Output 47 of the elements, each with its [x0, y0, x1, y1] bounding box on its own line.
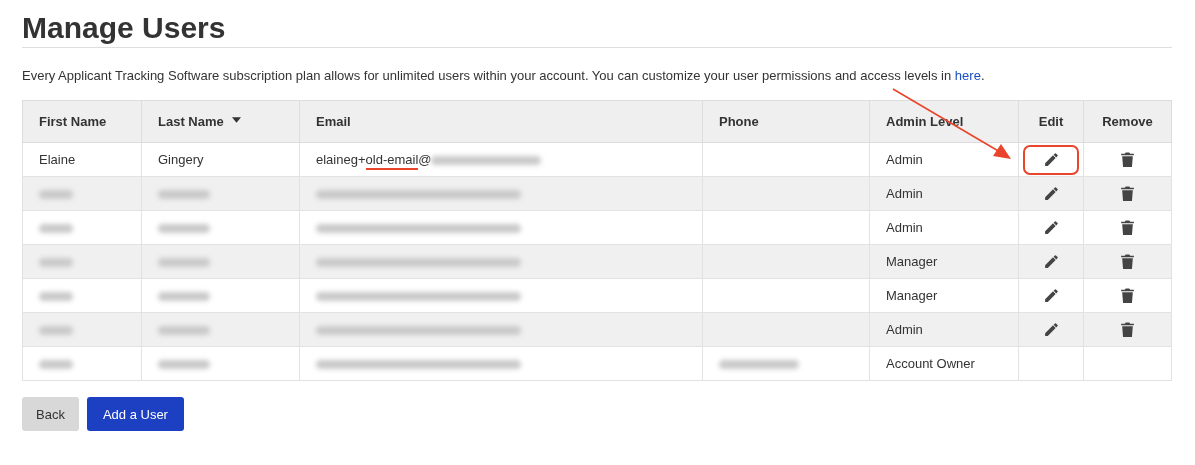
edit-button[interactable] — [1023, 144, 1079, 175]
column-header: Email — [299, 100, 703, 143]
redacted-text — [158, 258, 210, 268]
column-header: First Name — [22, 100, 142, 143]
trash-icon — [1119, 253, 1136, 270]
table-cell: Gingery — [158, 152, 204, 167]
table-cell: Admin — [886, 322, 923, 337]
column-header[interactable]: Last Name — [141, 100, 300, 143]
pencil-icon — [1042, 287, 1060, 304]
redacted-text — [39, 190, 73, 200]
table-cell: elaineg+old-email@ — [316, 152, 432, 170]
pencil-icon — [1042, 185, 1060, 202]
page-title: Manage Users — [22, 10, 227, 46]
trash-icon — [1119, 185, 1136, 202]
table-cell: Manager — [886, 288, 938, 303]
pencil-icon — [1042, 321, 1060, 338]
redacted-text — [39, 360, 73, 370]
trash-icon — [1119, 287, 1136, 304]
column-header: Remove — [1083, 100, 1172, 143]
trash-icon — [1119, 321, 1136, 338]
here-link[interactable]: here — [954, 68, 981, 83]
add-user-button[interactable]: Add a User — [86, 397, 184, 431]
intro-text: Every Applicant Tracking Software subscription plan allows for unlimited users within your account. You can customize your user permissions and access levels in here. — [22, 67, 986, 85]
redacted-text — [39, 258, 73, 268]
pencil-icon — [1042, 253, 1060, 270]
pencil-icon — [1042, 219, 1060, 236]
redacted-text — [39, 292, 73, 302]
redacted-text — [158, 326, 210, 336]
table-cell: Manager — [886, 254, 938, 269]
column-header: Edit — [1018, 100, 1084, 143]
sort-down-icon[interactable] — [231, 117, 241, 123]
column-header: Phone — [702, 100, 870, 143]
table-cell: Account Owner — [886, 356, 975, 371]
pencil-icon — [1042, 151, 1060, 168]
redacted-text — [158, 224, 210, 234]
redacted-text — [158, 190, 210, 200]
redacted-text — [158, 292, 210, 302]
table-cell: Admin — [886, 186, 923, 201]
redacted-text — [39, 326, 73, 336]
table-cell: Admin — [886, 220, 923, 235]
table-cell: Admin — [886, 152, 923, 167]
trash-icon — [1119, 151, 1136, 168]
redacted-text — [39, 224, 73, 234]
redacted-text — [158, 360, 210, 370]
back-button[interactable]: Back — [22, 397, 79, 431]
trash-icon — [1119, 219, 1136, 236]
table-cell: Elaine — [39, 152, 76, 167]
